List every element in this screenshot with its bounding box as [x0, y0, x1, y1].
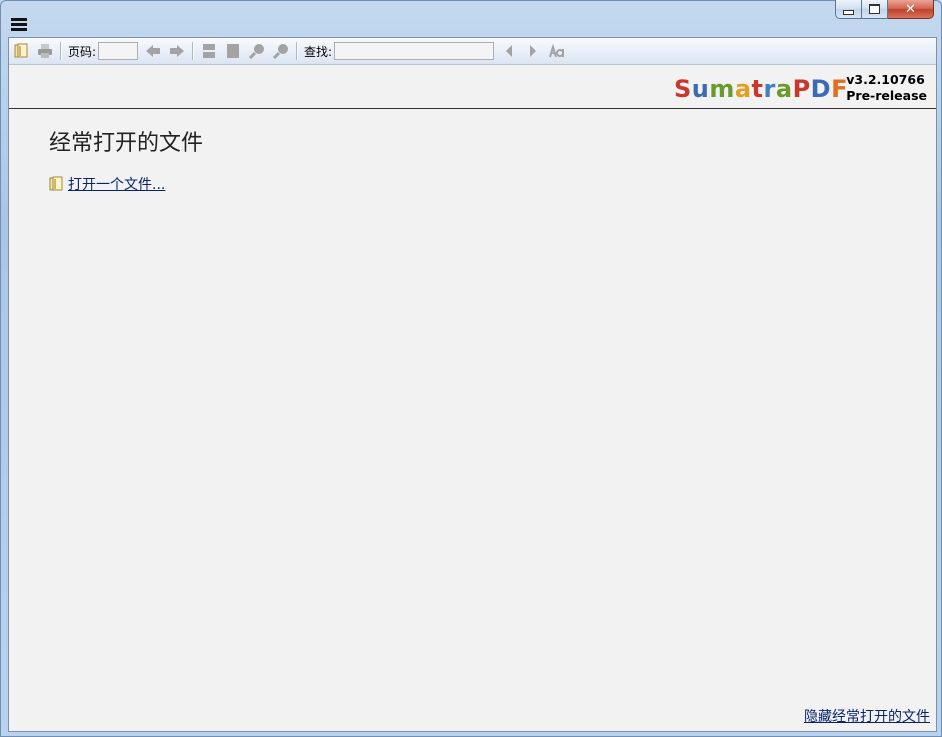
maximize-button[interactable] — [862, 0, 888, 19]
find-label: 查找: — [304, 44, 333, 59]
open-file-link-text[interactable]: 打开一个文件... — [68, 174, 165, 194]
zoom-in-icon[interactable] — [272, 42, 290, 60]
open-icon[interactable] — [12, 42, 30, 60]
logo-letter: u — [691, 75, 710, 103]
logo-letter: P — [792, 75, 811, 103]
back-icon[interactable] — [144, 42, 162, 60]
toolbar-separator — [192, 42, 195, 60]
app-banner: SumatraPDF v3.2.10766 Pre-release — [9, 65, 936, 109]
caption-buttons: ✕ — [835, 0, 934, 20]
page-label: 页码: — [68, 44, 97, 59]
fit-page-icon[interactable] — [200, 42, 218, 60]
find-input[interactable] — [334, 42, 495, 60]
open-file-icon — [49, 176, 63, 191]
find-prev-icon[interactable] — [500, 42, 518, 60]
fit-width-icon[interactable] — [224, 42, 242, 60]
logo-letter: D — [810, 75, 832, 103]
hamburger-menu-icon[interactable] — [11, 18, 27, 33]
close-icon: ✕ — [905, 1, 916, 17]
print-icon[interactable] — [36, 42, 54, 60]
client-area: 页码: 查找: SumatraPDF v3.2.10766 Pre-releas… — [8, 37, 937, 732]
version-number: v3.2.10766 — [846, 72, 925, 87]
toolbar: 页码: 查找: — [9, 38, 936, 65]
logo-letter: a — [775, 75, 793, 103]
frequently-read-heading: 经常打开的文件 — [49, 131, 204, 156]
close-button[interactable]: ✕ — [888, 0, 934, 19]
sumatra-logo: SumatraPDF — [674, 75, 848, 103]
logo-letter: r — [763, 75, 776, 103]
zoom-out-icon[interactable] — [248, 42, 266, 60]
forward-icon[interactable] — [168, 42, 186, 60]
logo-letter: S — [673, 75, 692, 103]
logo-letter: t — [751, 75, 764, 103]
page-number-input[interactable] — [98, 42, 139, 60]
hide-frequently-read-link[interactable]: 隐藏经常打开的文件 — [804, 706, 930, 726]
toolbar-separator — [296, 42, 299, 60]
minimize-button[interactable] — [835, 0, 862, 19]
toolbar-separator — [60, 42, 62, 60]
match-case-icon[interactable] — [548, 42, 566, 60]
logo-letter: m — [709, 75, 735, 103]
version-channel: Pre-release — [846, 88, 927, 103]
maximize-icon — [869, 4, 880, 14]
logo-letter: a — [734, 75, 752, 103]
open-file-link[interactable]: 打开一个文件... — [48, 174, 165, 194]
version-info: v3.2.10766 Pre-release — [846, 72, 927, 104]
minimize-icon — [843, 9, 854, 15]
find-next-icon[interactable] — [524, 42, 542, 60]
